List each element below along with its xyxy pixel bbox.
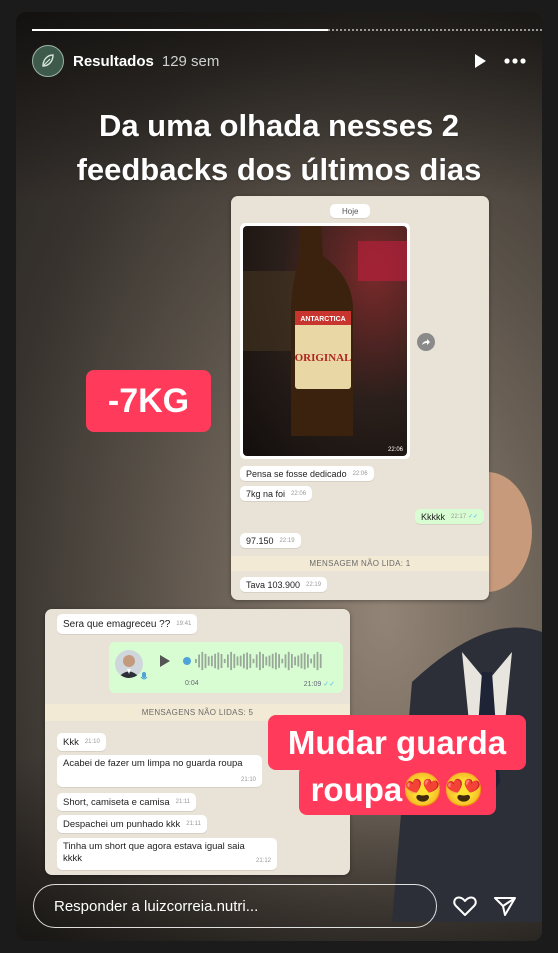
waveform-bar: [281, 658, 284, 664]
voice-play-icon[interactable]: [159, 655, 171, 667]
waveform-bar: [265, 656, 268, 666]
play-icon[interactable]: [472, 53, 488, 69]
reply-input[interactable]: Responder a luizcorreia.nutri...: [33, 884, 437, 928]
avatar: [115, 650, 143, 678]
waveform-bar: [217, 652, 220, 670]
bottle-brand: ANTARCTICA: [300, 316, 345, 323]
message-bubble: Acabei de fazer um limpa no guarda roupa…: [57, 755, 262, 787]
waveform-bar: [271, 653, 274, 669]
message-bubble: Short, camiseta e camisa 21:11: [57, 793, 197, 811]
message-bubble: 7kg na foi 22:06: [240, 486, 313, 501]
waveform-bar: [313, 654, 316, 668]
waveform-bar: [227, 654, 229, 668]
headline-line-2: feedbacks dos últimos dias: [76, 152, 482, 187]
waveform-bar: [262, 653, 264, 669]
waveform-bar: [310, 658, 312, 664]
more-icon[interactable]: [504, 58, 526, 64]
waveform-bar: [198, 654, 200, 668]
waveform-bar: [223, 658, 226, 664]
waveform-bar: [255, 654, 258, 668]
message-bubble: Tinha um short que agora estava igual sa…: [57, 838, 277, 870]
voice-progress-dot[interactable]: [183, 657, 191, 665]
reply-placeholder: Responder a luizcorreia.nutri...: [54, 897, 259, 915]
waveform-bar: [275, 652, 277, 670]
unread-banner: MENSAGEM NÃO LIDA: 1: [231, 556, 489, 571]
waveform-bar: [195, 659, 197, 663]
waveform-bar: [303, 652, 306, 670]
message-bubble: Despachei um punhado kkk 21:11: [57, 815, 207, 833]
send-icon[interactable]: [493, 895, 517, 917]
waveform-bar: [291, 653, 293, 669]
waveform-bar: [316, 651, 319, 671]
waveform-bar: [252, 658, 255, 664]
story-progress-bar: [32, 29, 542, 31]
message-bubble: Pensa se fosse dedicado 22:06: [240, 466, 374, 481]
waveform-bar: [297, 655, 300, 667]
voice-message[interactable]: 0:04 21:09 ✓✓: [109, 642, 343, 693]
waveform-bar: [220, 654, 223, 668]
wardrobe-label-line-1: Mudar guarda: [268, 715, 526, 770]
message-bubble-sent: Kkkkk 22:17 ✓✓: [415, 509, 485, 524]
mic-icon: [140, 672, 148, 680]
photo-message: ANTARCTICA ORIGINAL 22:06: [240, 223, 410, 459]
heart-icon[interactable]: [453, 895, 477, 917]
photo-time: 22:06: [387, 447, 403, 453]
waveform-bar: [246, 652, 248, 670]
waveform-bar: [268, 655, 271, 667]
waveform-bar: [319, 654, 322, 668]
forward-icon[interactable]: [417, 333, 435, 351]
waveform-bar: [233, 653, 236, 669]
voice-waveform: [195, 651, 322, 671]
story-progress-fill: [32, 29, 328, 31]
weight-loss-label: -7KG: [86, 370, 211, 432]
message-bubble: 97.150 22:19: [240, 533, 301, 548]
leaf-avatar-icon: [42, 54, 54, 67]
voice-duration: 0:04: [185, 680, 199, 687]
waveform-bar: [207, 656, 210, 666]
wardrobe-label-line-2: roupa😍😍: [299, 765, 496, 815]
message-bubble: Sera que emagreceu ?? 19:41: [57, 614, 198, 634]
avatar[interactable]: [32, 45, 64, 77]
wardrobe-label: Mudar guarda roupa😍😍: [268, 715, 526, 815]
story-header: Resultados 129 sem: [32, 45, 526, 77]
waveform-bar: [287, 651, 290, 671]
headline-line-1: Da uma olhada nesses 2: [98, 108, 460, 143]
bottle-image: ANTARCTICA ORIGINAL: [243, 226, 407, 436]
bottle-label: ORIGINAL: [295, 352, 352, 364]
account-name[interactable]: Resultados: [73, 53, 154, 70]
message-bubble: Tava 103.900 22:19: [240, 577, 328, 592]
waveform-bar: [284, 654, 287, 668]
waveform-bar: [230, 651, 232, 671]
waveform-bar: [239, 655, 242, 667]
waveform-bar: [259, 651, 261, 671]
waveform-bar: [214, 653, 216, 669]
voice-time: 21:09 ✓✓: [303, 681, 335, 688]
date-chip: Hoje: [330, 204, 371, 218]
waveform-bar: [236, 656, 239, 666]
waveform-bar: [307, 654, 309, 668]
waveform-bar: [201, 651, 204, 671]
beer-photo[interactable]: ANTARCTICA ORIGINAL 22:06: [243, 226, 407, 456]
chat-screenshot-1: Hoje ANTARCTICA ORIGINAL 22:06 Pensa se …: [231, 196, 489, 600]
message-bubble: Kkk 21:10: [57, 733, 106, 751]
waveform-bar: [204, 653, 207, 669]
story-time: 129 sem: [161, 52, 220, 70]
waveform-bar: [294, 656, 296, 666]
waveform-bar: [300, 653, 303, 669]
waveform-bar: [278, 654, 280, 668]
waveform-bar: [211, 655, 213, 667]
waveform-bar: [249, 654, 252, 668]
waveform-bar: [243, 653, 245, 669]
story-headline: Da uma olhada nesses 2 feedbacks dos últ…: [16, 104, 542, 192]
